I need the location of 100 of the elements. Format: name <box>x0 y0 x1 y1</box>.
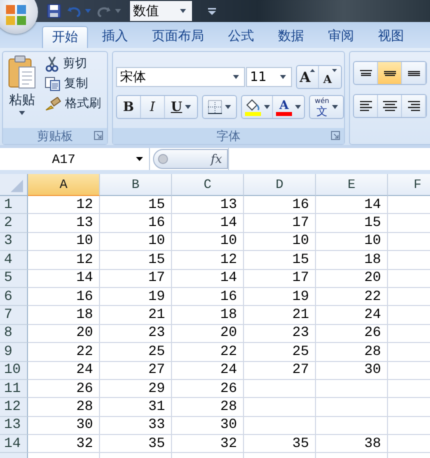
paintbrush-icon <box>45 96 61 110</box>
column-header[interactable]: E <box>316 174 388 196</box>
table-cell: 16 <box>28 288 100 306</box>
ribbon-tab[interactable]: 公式 <box>218 26 264 48</box>
row-header[interactable]: 9 <box>0 343 28 362</box>
row-header[interactable]: 13 <box>0 416 28 436</box>
table-cell: 33 <box>100 416 172 436</box>
table-cell: 12 <box>172 251 244 270</box>
table-cell: 14 <box>316 196 388 214</box>
table-cell <box>316 398 388 417</box>
table-cell: 17 <box>244 214 316 233</box>
table-cell: 21 <box>244 306 316 325</box>
table-cell: 14 <box>172 270 244 288</box>
shrink-font-button[interactable]: A <box>319 66 341 88</box>
ribbon-tab[interactable]: 审阅 <box>318 26 364 48</box>
row-header[interactable]: 12 <box>0 398 28 417</box>
ribbon-tab[interactable]: 视图 <box>368 26 414 48</box>
bold-button[interactable]: B <box>117 96 141 118</box>
table-cell <box>316 416 388 436</box>
caret-icon <box>280 75 286 79</box>
underline-button[interactable]: U <box>165 96 197 118</box>
fill-color-button[interactable] <box>242 96 273 118</box>
table-cell: 10 <box>316 232 388 252</box>
font-color-button[interactable]: A <box>273 96 304 118</box>
table-cell: 35 <box>100 435 172 454</box>
table-cell <box>244 398 316 417</box>
table-cell: 16 <box>244 196 316 214</box>
caret-icon <box>85 9 91 13</box>
table-cell: 35 <box>244 435 316 454</box>
row-header[interactable]: 7 <box>0 306 28 325</box>
grow-font-button[interactable]: A <box>297 66 319 88</box>
logo-icon <box>5 4 27 26</box>
save-button[interactable] <box>46 2 62 20</box>
align-center-icon <box>382 101 396 111</box>
table-cell: 14 <box>28 270 100 288</box>
column-header[interactable]: D <box>244 174 316 196</box>
italic-button[interactable]: I <box>141 96 165 118</box>
row-header[interactable]: 14 <box>0 435 28 454</box>
row-header[interactable]: 10 <box>0 362 28 380</box>
handle-icon <box>158 154 168 164</box>
dropdown-value: 11 <box>250 70 267 84</box>
table-cell: 28 <box>316 343 388 362</box>
table-cell: 10 <box>100 232 172 252</box>
table-cell: 21 <box>100 306 172 325</box>
table-cell: 28 <box>28 398 100 417</box>
row-header[interactable]: 4 <box>0 251 28 270</box>
ribbon-tab[interactable]: 开始 <box>42 26 88 48</box>
column-header[interactable]: A <box>28 174 100 196</box>
paste-button[interactable]: 粘贴 <box>3 52 41 128</box>
cut-button[interactable]: 剪切 <box>45 55 101 72</box>
dialog-launcher-icon[interactable] <box>331 131 340 140</box>
caret-icon <box>264 105 270 109</box>
table-cell: 15 <box>244 251 316 270</box>
scissors-icon <box>45 56 59 72</box>
copy-button[interactable]: 复制 <box>45 75 101 92</box>
row-header[interactable]: 11 <box>0 380 28 398</box>
table-cell: 18 <box>172 306 244 325</box>
table-cell: 17 <box>244 270 316 288</box>
table-cell: 29 <box>100 380 172 398</box>
row-header[interactable]: 3 <box>0 232 28 252</box>
dropdown-value: 宋体 <box>120 69 146 86</box>
table-cell: 14 <box>172 214 244 233</box>
format-painter-button[interactable]: 格式刷 <box>45 95 101 112</box>
column-header[interactable]: C <box>172 174 244 196</box>
customize-icon[interactable] <box>208 8 216 14</box>
caret-icon <box>233 75 239 79</box>
table-cell: 10 <box>244 232 316 252</box>
column-header[interactable]: B <box>100 174 172 196</box>
row-header[interactable]: 6 <box>0 288 28 306</box>
up-caret-icon <box>310 69 316 72</box>
table-cell: 16 <box>100 214 172 233</box>
table-cell: 15 <box>100 251 172 270</box>
font-name-dropdown[interactable]: 宋体 <box>116 67 245 87</box>
group-label: 字体 <box>216 128 240 144</box>
insert-function-button[interactable]: fx <box>153 149 228 169</box>
table-cell: 19 <box>100 288 172 306</box>
table-cell: 22 <box>28 343 100 362</box>
row-header[interactable]: 5 <box>0 270 28 288</box>
table-cell: 32 <box>28 435 100 454</box>
table-cell: 13 <box>172 196 244 214</box>
font-size-dropdown[interactable]: 11 <box>246 67 292 87</box>
dialog-launcher-icon[interactable] <box>94 131 103 140</box>
column-header[interactable]: F <box>388 174 430 196</box>
table-cell: 20 <box>28 324 100 344</box>
group-label: 剪贴板 <box>37 128 73 144</box>
name-box[interactable]: A17 <box>0 148 150 170</box>
align-left-icon <box>360 101 372 111</box>
align-bottom-icon <box>408 70 420 76</box>
align-middle-button[interactable] <box>378 62 402 84</box>
ribbon-tab[interactable]: 数据 <box>268 26 314 48</box>
table-cell: 38 <box>316 435 388 454</box>
ribbon-tab[interactable]: 页面布局 <box>142 26 214 48</box>
row-header[interactable]: 2 <box>0 214 28 233</box>
table-cell: 24 <box>28 362 100 380</box>
number-format-dropdown[interactable]: 数值 <box>130 1 192 21</box>
table-cell: 31 <box>100 398 172 417</box>
ribbon-tab[interactable]: 插入 <box>92 26 138 48</box>
row-header[interactable]: 1 <box>0 196 28 214</box>
table-cell: 30 <box>316 362 388 380</box>
row-header[interactable]: 8 <box>0 324 28 344</box>
